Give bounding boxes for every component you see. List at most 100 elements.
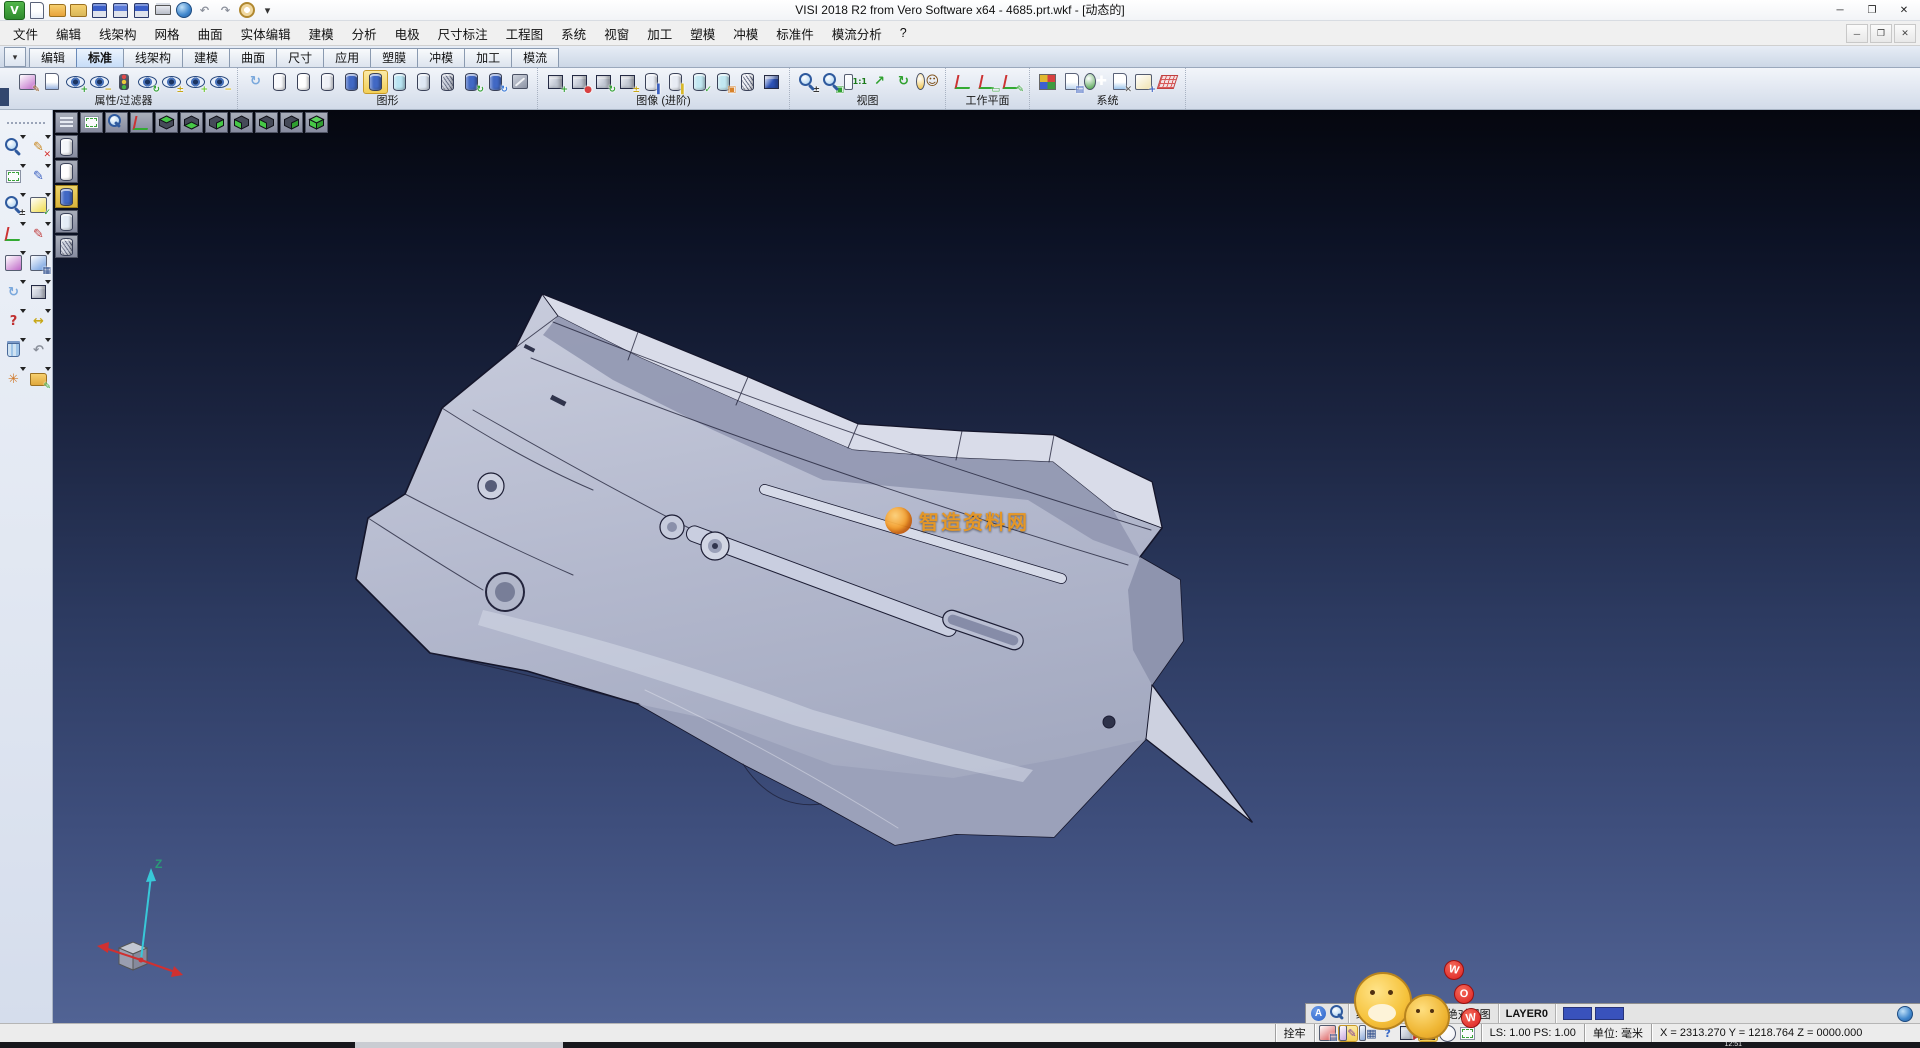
- redraw-icon[interactable]: ↻: [244, 71, 267, 93]
- status-stamp-icon[interactable]: ▦: [1359, 1026, 1377, 1041]
- transparent-style-icon[interactable]: [388, 71, 411, 93]
- new-document-icon[interactable]: [27, 2, 46, 19]
- view-right-icon[interactable]: [208, 115, 225, 130]
- open-model-icon[interactable]: [69, 2, 88, 19]
- view-top-icon[interactable]: [155, 112, 178, 133]
- viewport-menu-icon[interactable]: [55, 112, 78, 133]
- render-wireframe-icon[interactable]: [55, 135, 78, 158]
- confirm-selection-icon[interactable]: ✓: [26, 193, 51, 217]
- curve-edit-icon[interactable]: ✎: [26, 222, 51, 246]
- delete-entities-icon[interactable]: [1, 338, 26, 362]
- validate-solid-icon[interactable]: ✓: [688, 71, 711, 93]
- view-front-icon[interactable]: [255, 112, 278, 133]
- refresh-view-icon[interactable]: ↻: [892, 71, 915, 93]
- mdi-restore-button[interactable]: ❐: [1870, 24, 1892, 43]
- hatched-style-icon[interactable]: [436, 71, 459, 93]
- undo-last-icon[interactable]: ↶: [26, 338, 51, 362]
- status-layout-icon[interactable]: [1459, 1026, 1477, 1041]
- menu-item-电极[interactable]: 电极: [386, 21, 429, 46]
- refresh-visibility-icon[interactable]: ↻: [136, 71, 159, 93]
- menu-item-尺寸标注[interactable]: 尺寸标注: [429, 21, 497, 46]
- zoom-dynamic-icon[interactable]: [105, 112, 128, 133]
- view-back-icon[interactable]: [283, 115, 300, 130]
- shading-cube-icon[interactable]: [26, 280, 51, 304]
- tab-尺寸[interactable]: 尺寸: [276, 48, 324, 67]
- zoom-window-icon[interactable]: ±: [1, 193, 26, 217]
- fit-frame-icon[interactable]: [1, 164, 26, 188]
- save-as-icon[interactable]: [111, 2, 130, 19]
- menu-item-曲面[interactable]: 曲面: [189, 21, 232, 46]
- zoom-view-icon[interactable]: [1, 135, 26, 159]
- invert-solids-icon[interactable]: ±: [616, 71, 639, 93]
- render-wireframe-icon[interactable]: [58, 139, 75, 154]
- hide-entities-icon[interactable]: −: [88, 71, 111, 93]
- save-icon[interactable]: [90, 2, 109, 19]
- show-all-icon[interactable]: +: [184, 71, 207, 93]
- viewport-3d[interactable]: 智造资料网 Z A 绝对 XY 上视图 绝对视图: [53, 110, 1920, 1023]
- section-yellow-icon[interactable]: ▍: [664, 71, 687, 93]
- menu-item-?[interactable]: ?: [891, 23, 916, 43]
- tab-线架构[interactable]: 线架构: [123, 48, 183, 67]
- ime-badge[interactable]: A: [1311, 1006, 1326, 1021]
- view-front-icon[interactable]: [258, 115, 275, 130]
- new-workplane-icon[interactable]: ▭: [976, 71, 999, 93]
- menu-item-编辑[interactable]: 编辑: [47, 21, 90, 46]
- print-preview-icon[interactable]: [174, 2, 193, 19]
- graphics-settings-icon[interactable]: [508, 71, 531, 93]
- menu-item-实体编辑[interactable]: 实体编辑: [232, 21, 300, 46]
- lock-toggle[interactable]: 拴牢: [1275, 1024, 1314, 1042]
- open-file-icon[interactable]: [48, 2, 67, 19]
- tab-冲模[interactable]: 冲模: [417, 48, 465, 67]
- mesh-grid-icon[interactable]: [1156, 71, 1179, 93]
- layers-panel-icon[interactable]: ▦: [26, 251, 51, 275]
- view-back-icon[interactable]: [280, 112, 303, 133]
- undo-icon[interactable]: ↶: [195, 2, 214, 19]
- minimize-button[interactable]: ─: [1824, 0, 1856, 20]
- tab-应用[interactable]: 应用: [323, 48, 371, 67]
- print-icon[interactable]: [153, 2, 172, 19]
- history-icon[interactable]: [237, 2, 256, 19]
- shaded-style-icon[interactable]: [340, 71, 363, 93]
- fit-view-icon[interactable]: [80, 112, 103, 133]
- status-help-icon[interactable]: ?: [1379, 1026, 1397, 1041]
- menu-item-冲模[interactable]: 冲模: [724, 21, 767, 46]
- tab-标准[interactable]: 标准: [76, 48, 124, 67]
- delete-edit-icon[interactable]: ✎✕: [26, 135, 51, 159]
- show-solids-icon[interactable]: +: [544, 71, 567, 93]
- menu-item-系统[interactable]: 系统: [552, 21, 595, 46]
- render-shaded-icon[interactable]: [58, 189, 75, 204]
- tab-编辑[interactable]: 编辑: [29, 48, 77, 67]
- zoom-1-1-icon[interactable]: 1:1: [844, 71, 867, 93]
- attributes-page-icon[interactable]: [40, 71, 63, 93]
- axes-triad-icon[interactable]: [133, 115, 150, 130]
- tab-建模[interactable]: 建模: [182, 48, 230, 67]
- taskbar-item[interactable]: [355, 1042, 563, 1048]
- invert-visibility-icon[interactable]: ±: [160, 71, 183, 93]
- dashed-hidden-style-icon[interactable]: [316, 71, 339, 93]
- view-iso-icon[interactable]: [308, 115, 325, 130]
- update-graphics-icon[interactable]: ↻: [484, 71, 507, 93]
- tab-曲面[interactable]: 曲面: [229, 48, 277, 67]
- mdi-close-button[interactable]: ✕: [1894, 24, 1916, 43]
- status-glove-icon[interactable]: [1439, 1026, 1457, 1041]
- ghost-style-icon[interactable]: [412, 71, 435, 93]
- solid-cube-icon[interactable]: [760, 71, 783, 93]
- regenerate-solid-icon[interactable]: ↻: [460, 71, 483, 93]
- wireframe-style-icon[interactable]: [268, 71, 291, 93]
- sketch-edit-icon[interactable]: ✎: [26, 164, 51, 188]
- status-search-icon[interactable]: [1329, 1005, 1348, 1022]
- navigation-wheel-icon[interactable]: ✳: [1, 367, 26, 391]
- layer-colors-icon[interactable]: [1036, 71, 1059, 93]
- status-notes-icon[interactable]: ▤: [1319, 1026, 1337, 1041]
- menu-item-塑模[interactable]: 塑模: [681, 21, 724, 46]
- visi-logo-icon[interactable]: V: [4, 1, 25, 20]
- menu-item-文件[interactable]: 文件: [4, 21, 47, 46]
- view-orientation[interactable]: 绝对 XY 上视图: [1348, 1004, 1439, 1023]
- restore-button[interactable]: ❐: [1856, 0, 1888, 20]
- view-iso-icon[interactable]: [305, 112, 328, 133]
- menu-item-分析[interactable]: 分析: [343, 21, 386, 46]
- zoom-in-out-icon[interactable]: ±: [796, 71, 819, 93]
- viewport-menu-icon[interactable]: [58, 115, 75, 130]
- status-dynamic-icon[interactable]: [1419, 1026, 1437, 1041]
- solids-filter-icon[interactable]: ●: [568, 71, 591, 93]
